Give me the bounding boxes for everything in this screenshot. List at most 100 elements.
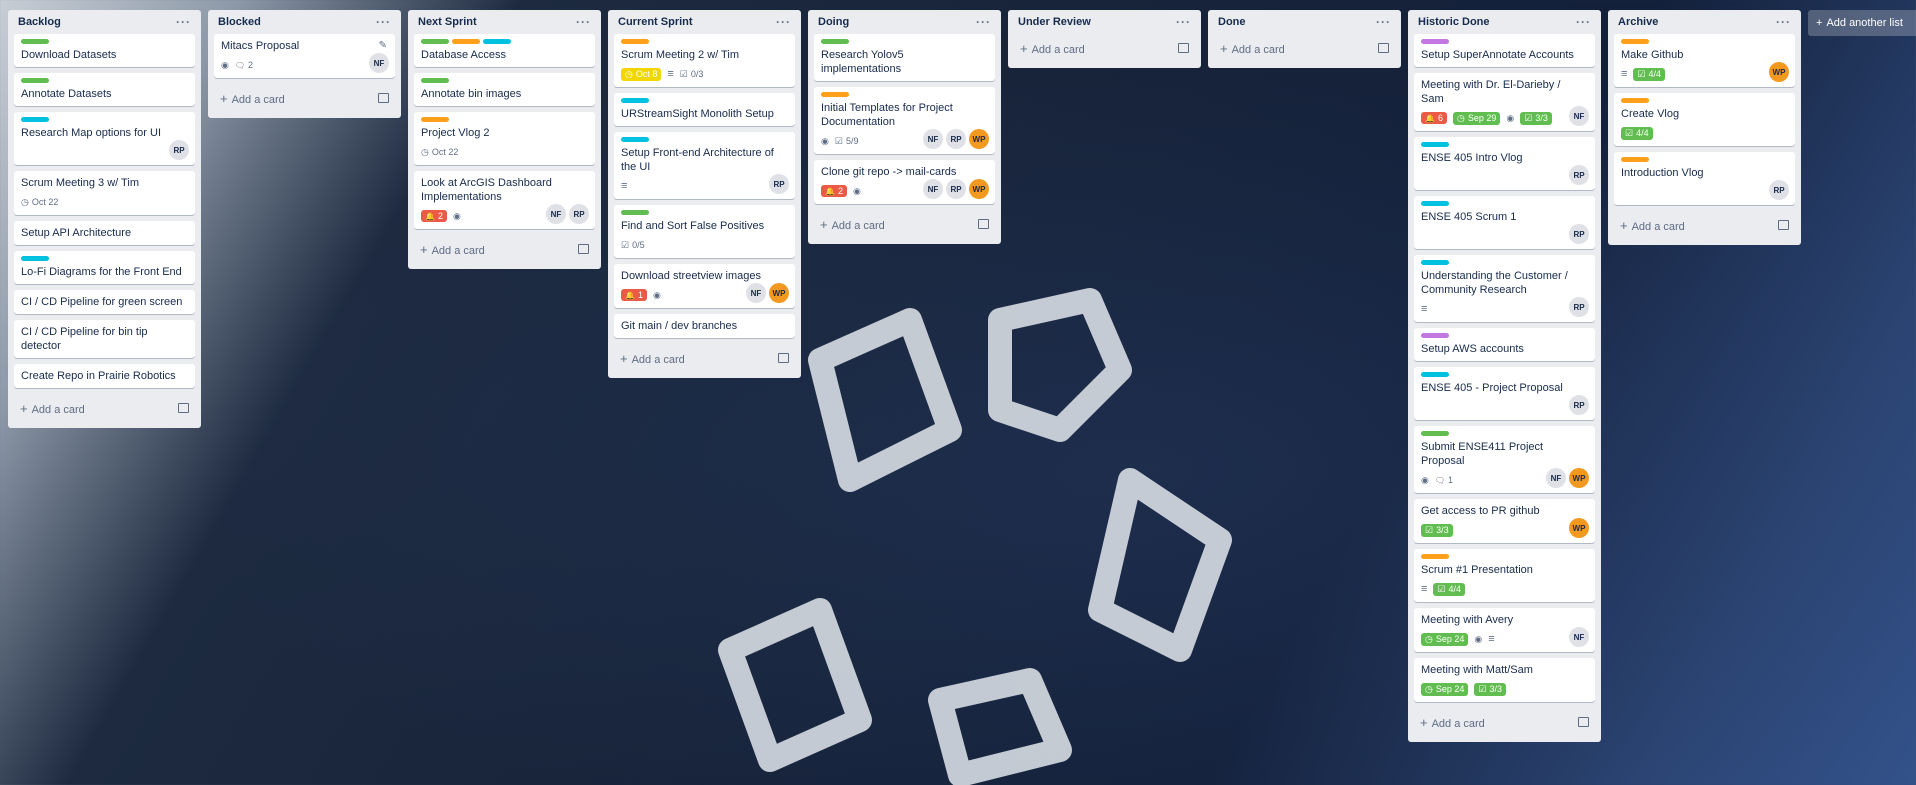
- list-title[interactable]: Backlog: [18, 16, 61, 28]
- list-title[interactable]: Doing: [818, 16, 849, 28]
- avatar[interactable]: RP: [569, 204, 589, 224]
- card-label-orange[interactable]: [821, 92, 849, 97]
- list-menu-icon[interactable]: ···: [1176, 15, 1191, 29]
- list-title[interactable]: Current Sprint: [618, 16, 693, 28]
- card-template-icon[interactable]: [1178, 43, 1189, 53]
- card[interactable]: Setup API Architecture: [14, 221, 195, 245]
- card[interactable]: ENSE 405 Intro Vlog RP: [1414, 137, 1595, 190]
- card-template-icon[interactable]: [378, 93, 389, 103]
- avatar[interactable]: NF: [1546, 468, 1566, 488]
- card-due-date-badge[interactable]: ◷ Sep 24: [1421, 682, 1469, 696]
- add-card-button[interactable]: + Add a card: [1614, 211, 1795, 239]
- card-label-green[interactable]: [21, 39, 49, 44]
- card-label-green[interactable]: [1421, 431, 1449, 436]
- add-card-button[interactable]: + Add a card: [1214, 34, 1395, 62]
- list-title[interactable]: Done: [1218, 16, 1246, 28]
- add-card-button[interactable]: + Add a card: [1414, 708, 1595, 736]
- avatar[interactable]: RP: [1569, 395, 1589, 415]
- list-title[interactable]: Next Sprint: [418, 16, 477, 28]
- avatar[interactable]: NF: [746, 283, 766, 303]
- card[interactable]: Database Access: [414, 34, 595, 67]
- card-label-orange[interactable]: [452, 39, 480, 44]
- card-label-orange[interactable]: [1421, 554, 1449, 559]
- card-template-icon[interactable]: [578, 244, 589, 254]
- card-due-date-badge[interactable]: ◷ Oct 22: [21, 197, 58, 208]
- add-card-button[interactable]: + Add a card: [414, 235, 595, 263]
- card[interactable]: CI / CD Pipeline for bin tip detector: [14, 320, 195, 358]
- card[interactable]: URStreamSight Monolith Setup: [614, 93, 795, 126]
- card[interactable]: Annotate Datasets: [14, 73, 195, 106]
- list-title[interactable]: Archive: [1618, 16, 1658, 28]
- card[interactable]: Make Github ≡ ☑ 4/4 WP: [1614, 34, 1795, 87]
- avatar[interactable]: NF: [923, 129, 943, 149]
- card-label-cyan[interactable]: [1421, 260, 1449, 265]
- card[interactable]: ENSE 405 Scrum 1 RP: [1414, 196, 1595, 249]
- card-due-date-badge[interactable]: ◷ Sep 24: [1421, 632, 1469, 646]
- card-label-orange[interactable]: [1621, 39, 1649, 44]
- card[interactable]: Meeting with Avery ◷ Sep 24 ◉ ≡ NF: [1414, 608, 1595, 652]
- avatar[interactable]: NF: [546, 204, 566, 224]
- add-card-button[interactable]: + Add a card: [1014, 34, 1195, 62]
- card-label-orange[interactable]: [421, 117, 449, 122]
- list-menu-icon[interactable]: ···: [976, 15, 991, 29]
- card-label-cyan[interactable]: [21, 256, 49, 261]
- avatar[interactable]: WP: [969, 129, 989, 149]
- avatar[interactable]: RP: [769, 174, 789, 194]
- list-menu-icon[interactable]: ···: [1576, 15, 1591, 29]
- list-menu-icon[interactable]: ···: [576, 15, 591, 29]
- card-label-cyan[interactable]: [1421, 372, 1449, 377]
- card[interactable]: CI / CD Pipeline for green screen: [14, 290, 195, 314]
- avatar[interactable]: WP: [969, 179, 989, 199]
- card-due-date-badge[interactable]: ◷ Oct 8: [621, 67, 662, 81]
- avatar[interactable]: NF: [923, 179, 943, 199]
- card-label-orange[interactable]: [1621, 98, 1649, 103]
- avatar[interactable]: RP: [169, 140, 189, 160]
- add-card-button[interactable]: + Add a card: [14, 394, 195, 422]
- card[interactable]: Introduction Vlog RP: [1614, 152, 1795, 205]
- list-menu-icon[interactable]: ···: [776, 15, 791, 29]
- card[interactable]: Initial Templates for Project Documentat…: [814, 87, 995, 154]
- card[interactable]: Meeting with Matt/Sam ◷ Sep 24 ☑ 3/3: [1414, 658, 1595, 702]
- card-due-date-badge[interactable]: ◷ Oct 22: [421, 147, 458, 158]
- card[interactable]: Create Repo in Prairie Robotics: [14, 364, 195, 388]
- add-card-button[interactable]: + Add a card: [814, 210, 995, 238]
- list-menu-icon[interactable]: ···: [1376, 15, 1391, 29]
- avatar[interactable]: NF: [1569, 627, 1589, 647]
- card[interactable]: ENSE 405 - Project Proposal RP: [1414, 367, 1595, 420]
- list-title[interactable]: Historic Done: [1418, 16, 1490, 28]
- avatar[interactable]: RP: [1769, 180, 1789, 200]
- card[interactable]: Find and Sort False Positives ☑ 0/5: [614, 205, 795, 258]
- card[interactable]: Setup SuperAnnotate Accounts: [1414, 34, 1595, 67]
- card[interactable]: Meeting with Dr. El-Darieby / Sam 🔔 6 ◷ Sep …: [1414, 73, 1595, 131]
- card-label-orange[interactable]: [621, 39, 649, 44]
- list-title[interactable]: Under Review: [1018, 16, 1091, 28]
- card[interactable]: Project Vlog 2 ◷ Oct 22: [414, 112, 595, 165]
- card[interactable]: Submit ENSE411 Project Proposal ◉ 🗨 1 NF WP: [1414, 426, 1595, 493]
- card[interactable]: Lo-Fi Diagrams for the Front End: [14, 251, 195, 284]
- avatar[interactable]: WP: [1569, 518, 1589, 538]
- avatar[interactable]: WP: [1769, 62, 1789, 82]
- card-label-green[interactable]: [421, 78, 449, 83]
- card[interactable]: Git main / dev branches: [614, 314, 795, 338]
- card-label-green[interactable]: [621, 210, 649, 215]
- card[interactable]: Research Yolov5 implementations: [814, 34, 995, 81]
- add-card-button[interactable]: + Add a card: [214, 84, 395, 112]
- card-template-icon[interactable]: [778, 353, 789, 363]
- avatar[interactable]: RP: [1569, 224, 1589, 244]
- avatar[interactable]: RP: [1569, 165, 1589, 185]
- avatar[interactable]: NF: [1569, 106, 1589, 126]
- card[interactable]: Look at ArcGIS Dashboard Implementations…: [414, 171, 595, 229]
- card[interactable]: Download streetview images 🔔 1 ◉ NF WP: [614, 264, 795, 308]
- avatar[interactable]: RP: [946, 129, 966, 149]
- avatar[interactable]: NF: [369, 53, 389, 73]
- card-template-icon[interactable]: [178, 403, 189, 413]
- card[interactable]: Research Map options for UI RP: [14, 112, 195, 165]
- card[interactable]: Setup Front-end Architecture of the UI ≡ R…: [614, 132, 795, 199]
- avatar[interactable]: WP: [1569, 468, 1589, 488]
- card-label-cyan[interactable]: [1421, 201, 1449, 206]
- card-label-green[interactable]: [21, 78, 49, 83]
- card[interactable]: Scrum Meeting 2 w/ Tim ◷ Oct 8 ≡ ☑ 0/3: [614, 34, 795, 87]
- list-menu-icon[interactable]: ···: [376, 15, 391, 29]
- card[interactable]: Create Vlog ☑ 4/4: [1614, 93, 1795, 146]
- add-card-button[interactable]: + Add a card: [614, 344, 795, 372]
